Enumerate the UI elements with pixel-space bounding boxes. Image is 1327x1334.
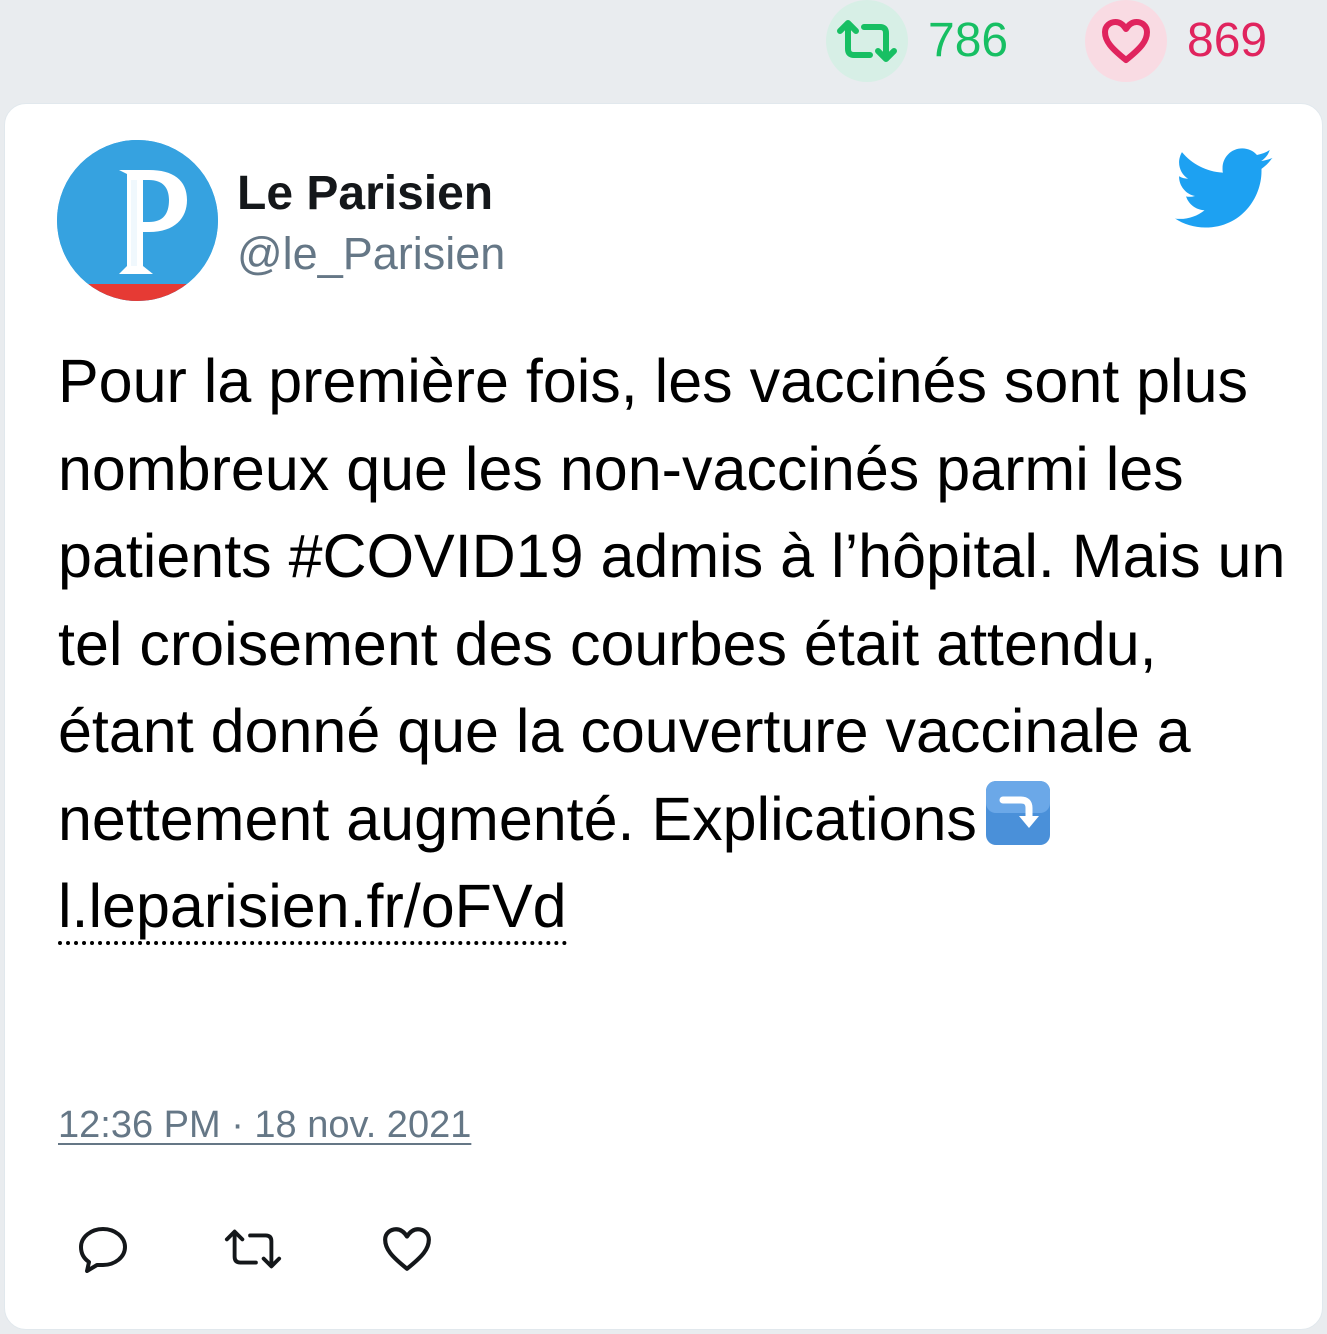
tweet-body: Pour la première fois, les vaccinés sont… (58, 338, 1298, 951)
tweet-link[interactable]: l.leparisien.fr/oFVd (58, 871, 567, 945)
reply-icon (79, 1227, 127, 1273)
top-engagement-stats: 786 869 (0, 0, 1327, 82)
le-parisien-logo (57, 140, 218, 301)
tweet-text: Pour la première fois, les vaccinés sont… (58, 347, 1286, 853)
twitter-bird-icon[interactable] (1174, 148, 1275, 235)
author-name[interactable]: Le Parisien (237, 166, 505, 222)
action-bar (5, 1219, 1322, 1289)
tweet-card: Le Parisien @le_Parisien Pour la premièr… (4, 103, 1323, 1330)
reply-button[interactable] (73, 1219, 133, 1279)
heart-icon[interactable] (1085, 0, 1167, 82)
retweet-icon[interactable] (826, 0, 908, 82)
retweet-icon (224, 1229, 282, 1269)
retweet-button[interactable] (223, 1219, 283, 1279)
tweet-timestamp[interactable]: 12:36 PM · 18 nov. 2021 (58, 1104, 471, 1147)
heart-icon (383, 1227, 431, 1271)
retweet-count: 786 (928, 14, 1009, 67)
author-handle[interactable]: @le_Parisien (237, 226, 505, 282)
like-stat[interactable]: 869 (1085, 0, 1267, 82)
arrow-down-right-emoji-icon (985, 780, 1051, 846)
author-block: Le Parisien @le_Parisien (237, 166, 505, 282)
like-button[interactable] (377, 1219, 437, 1279)
like-count: 869 (1187, 14, 1268, 67)
avatar[interactable] (57, 140, 218, 301)
retweet-stat[interactable]: 786 (826, 0, 1008, 82)
